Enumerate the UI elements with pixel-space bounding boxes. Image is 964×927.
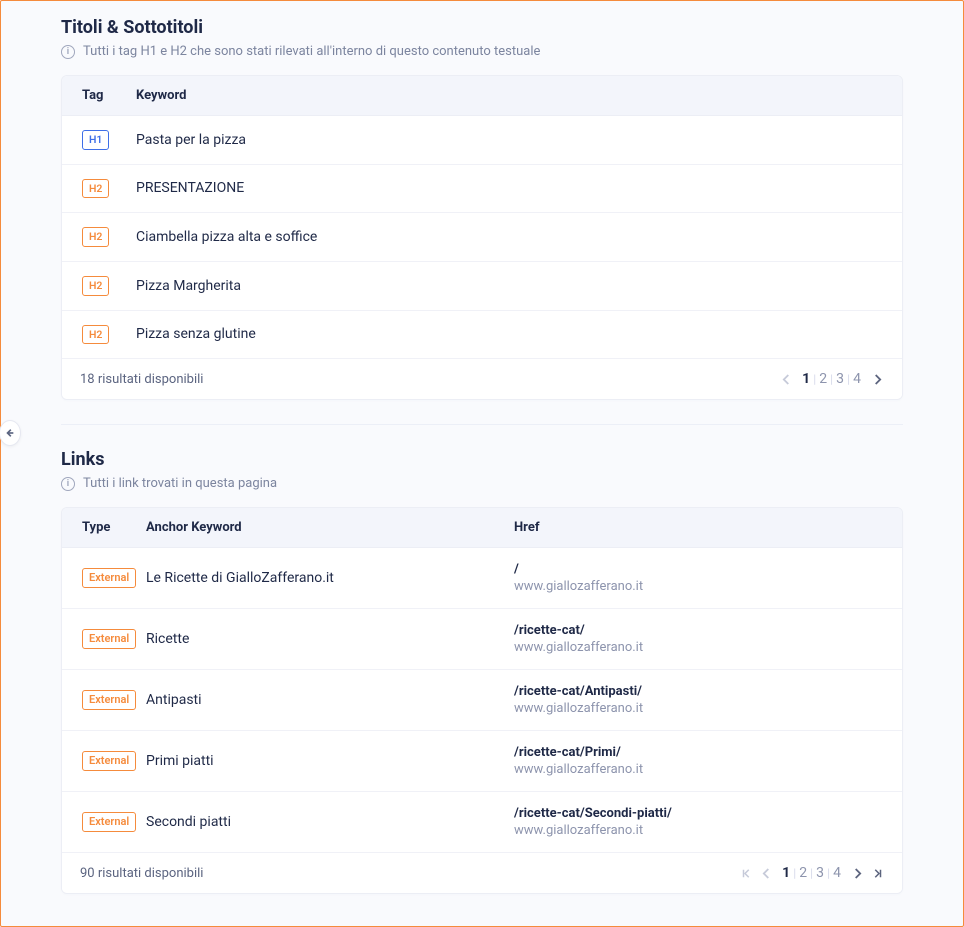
page-number-1[interactable]: 1 (779, 863, 793, 883)
links-table: Type Anchor Keyword Href External Le Rice… (61, 507, 903, 894)
href-cell[interactable]: /ricette-cat/www.giallozafferano.it (514, 623, 882, 655)
table-row: External Secondi piatti/ricette-cat/Secon… (62, 792, 902, 852)
type-cell: External (82, 812, 146, 832)
table-row: H2 PRESENTAZIONE (62, 165, 902, 214)
external-badge: External (82, 690, 136, 710)
col-header-href: Href (514, 520, 882, 535)
table-row: External Ricette/ricette-cat/www.gialloza… (62, 609, 902, 670)
page-next-button[interactable] (850, 863, 864, 883)
href-path: /ricette-cat/Secondi-piatti/ (514, 806, 882, 821)
tag-badge: H2 (82, 276, 109, 296)
type-cell: External (82, 568, 146, 588)
anchor-cell: Primi piatti (146, 753, 514, 769)
external-badge: External (82, 629, 136, 649)
table-row: External Le Ricette di GialloZafferano.it… (62, 548, 902, 609)
keyword-cell: Pasta per la pizza (136, 132, 882, 148)
page-number-2[interactable]: 2 (816, 369, 830, 389)
href-domain: www.giallozafferano.it (514, 640, 882, 655)
page-number-3[interactable]: 3 (833, 369, 847, 389)
links-results-count: 90 risultati disponibili (80, 866, 203, 881)
tag-cell: H2 (82, 227, 136, 247)
external-badge: External (82, 812, 136, 832)
href-cell[interactable]: /ricette-cat/Secondi-piatti/www.gialloza… (514, 806, 882, 838)
headings-subtitle: i Tutti i tag H1 e H2 che sono stati ril… (61, 44, 903, 59)
tag-cell: H2 (82, 179, 136, 199)
table-row: H1 Pasta per la pizza (62, 116, 902, 165)
tag-cell: H1 (82, 130, 136, 150)
col-header-keyword: Keyword (136, 88, 882, 103)
href-domain: www.giallozafferano.it (514, 701, 882, 716)
href-cell[interactable]: / www.giallozafferano.it (514, 562, 882, 594)
headings-table-footer: 18 risultati disponibili 1|2|3|4 (62, 358, 902, 399)
type-cell: External (82, 751, 146, 771)
tag-badge: H2 (82, 179, 109, 199)
links-subtitle-text: Tutti i link trovati in questa pagina (83, 476, 277, 491)
headings-table-header: Tag Keyword (62, 76, 902, 116)
href-domain: www.giallozafferano.it (514, 579, 882, 594)
tag-badge: H1 (82, 130, 109, 150)
table-row: H2 Pizza senza glutine (62, 311, 902, 359)
col-header-tag: Tag (82, 88, 136, 103)
tag-badge: H2 (82, 325, 109, 345)
links-table-header: Type Anchor Keyword Href (62, 508, 902, 548)
keyword-cell: Pizza senza glutine (136, 326, 882, 342)
headings-table: Tag Keyword H1 Pasta per la pizza H2 PRESEN… (61, 75, 903, 400)
headings-subtitle-text: Tutti i tag H1 e H2 che sono stati rilev… (83, 44, 540, 59)
table-row: H2 Ciambella pizza alta e soffice (62, 213, 902, 262)
links-section: Links i Tutti i link trovati in questa p… (61, 449, 903, 894)
href-domain: www.giallozafferano.it (514, 762, 882, 777)
table-row: External Primi piatti/ricette-cat/Primi/w… (62, 731, 902, 792)
table-row: H2 Pizza Margherita (62, 262, 902, 311)
page-next-button[interactable] (870, 369, 884, 389)
links-title: Links (61, 449, 903, 470)
page-number-1[interactable]: 1 (799, 369, 813, 389)
headings-pagination: 1|2|3|4 (779, 369, 884, 389)
headings-title: Titoli & Sottotitoli (61, 17, 903, 38)
href-cell[interactable]: /ricette-cat/Primi/www.giallozafferano.i… (514, 745, 882, 777)
href-cell[interactable]: /ricette-cat/Antipasti/www.giallozaffera… (514, 684, 882, 716)
col-header-type: Type (82, 520, 146, 535)
links-table-footer: 90 risultati disponibili 1|2|3|4 (62, 852, 902, 893)
page-prev-button[interactable] (779, 369, 793, 389)
headings-section: Titoli & Sottotitoli i Tutti i tag H1 e … (61, 17, 903, 400)
type-cell: External (82, 629, 146, 649)
links-subtitle: i Tutti i link trovati in questa pagina (61, 476, 903, 491)
page-first-button[interactable] (739, 863, 753, 883)
page-number-3[interactable]: 3 (813, 863, 827, 883)
anchor-cell: Secondi piatti (146, 814, 514, 830)
anchor-cell: Le Ricette di GialloZafferano.it (146, 570, 514, 586)
external-badge: External (82, 751, 136, 771)
section-divider (61, 424, 903, 425)
page-number-4[interactable]: 4 (830, 863, 844, 883)
page-last-button[interactable] (870, 863, 884, 883)
tag-cell: H2 (82, 325, 136, 345)
keyword-cell: PRESENTAZIONE (136, 180, 882, 196)
page-prev-button[interactable] (759, 863, 773, 883)
keyword-cell: Pizza Margherita (136, 278, 882, 294)
page-number-2[interactable]: 2 (796, 863, 810, 883)
headings-results-count: 18 risultati disponibili (80, 372, 203, 387)
anchor-cell: Antipasti (146, 692, 514, 708)
tag-cell: H2 (82, 276, 136, 296)
links-pagination: 1|2|3|4 (739, 863, 884, 883)
info-icon: i (61, 45, 75, 59)
type-cell: External (82, 690, 146, 710)
href-path: /ricette-cat/Antipasti/ (514, 684, 882, 699)
href-path: /ricette-cat/ (514, 623, 882, 638)
tag-badge: H2 (82, 227, 109, 247)
keyword-cell: Ciambella pizza alta e soffice (136, 229, 882, 245)
table-row: External Antipasti/ricette-cat/Antipasti/… (62, 670, 902, 731)
external-badge: External (82, 568, 136, 588)
col-header-anchor: Anchor Keyword (146, 520, 514, 535)
side-toggle-button[interactable] (0, 420, 21, 446)
page-number-4[interactable]: 4 (850, 369, 864, 389)
href-path: / (514, 562, 882, 577)
info-icon: i (61, 477, 75, 491)
href-path: /ricette-cat/Primi/ (514, 745, 882, 760)
anchor-cell: Ricette (146, 631, 514, 647)
